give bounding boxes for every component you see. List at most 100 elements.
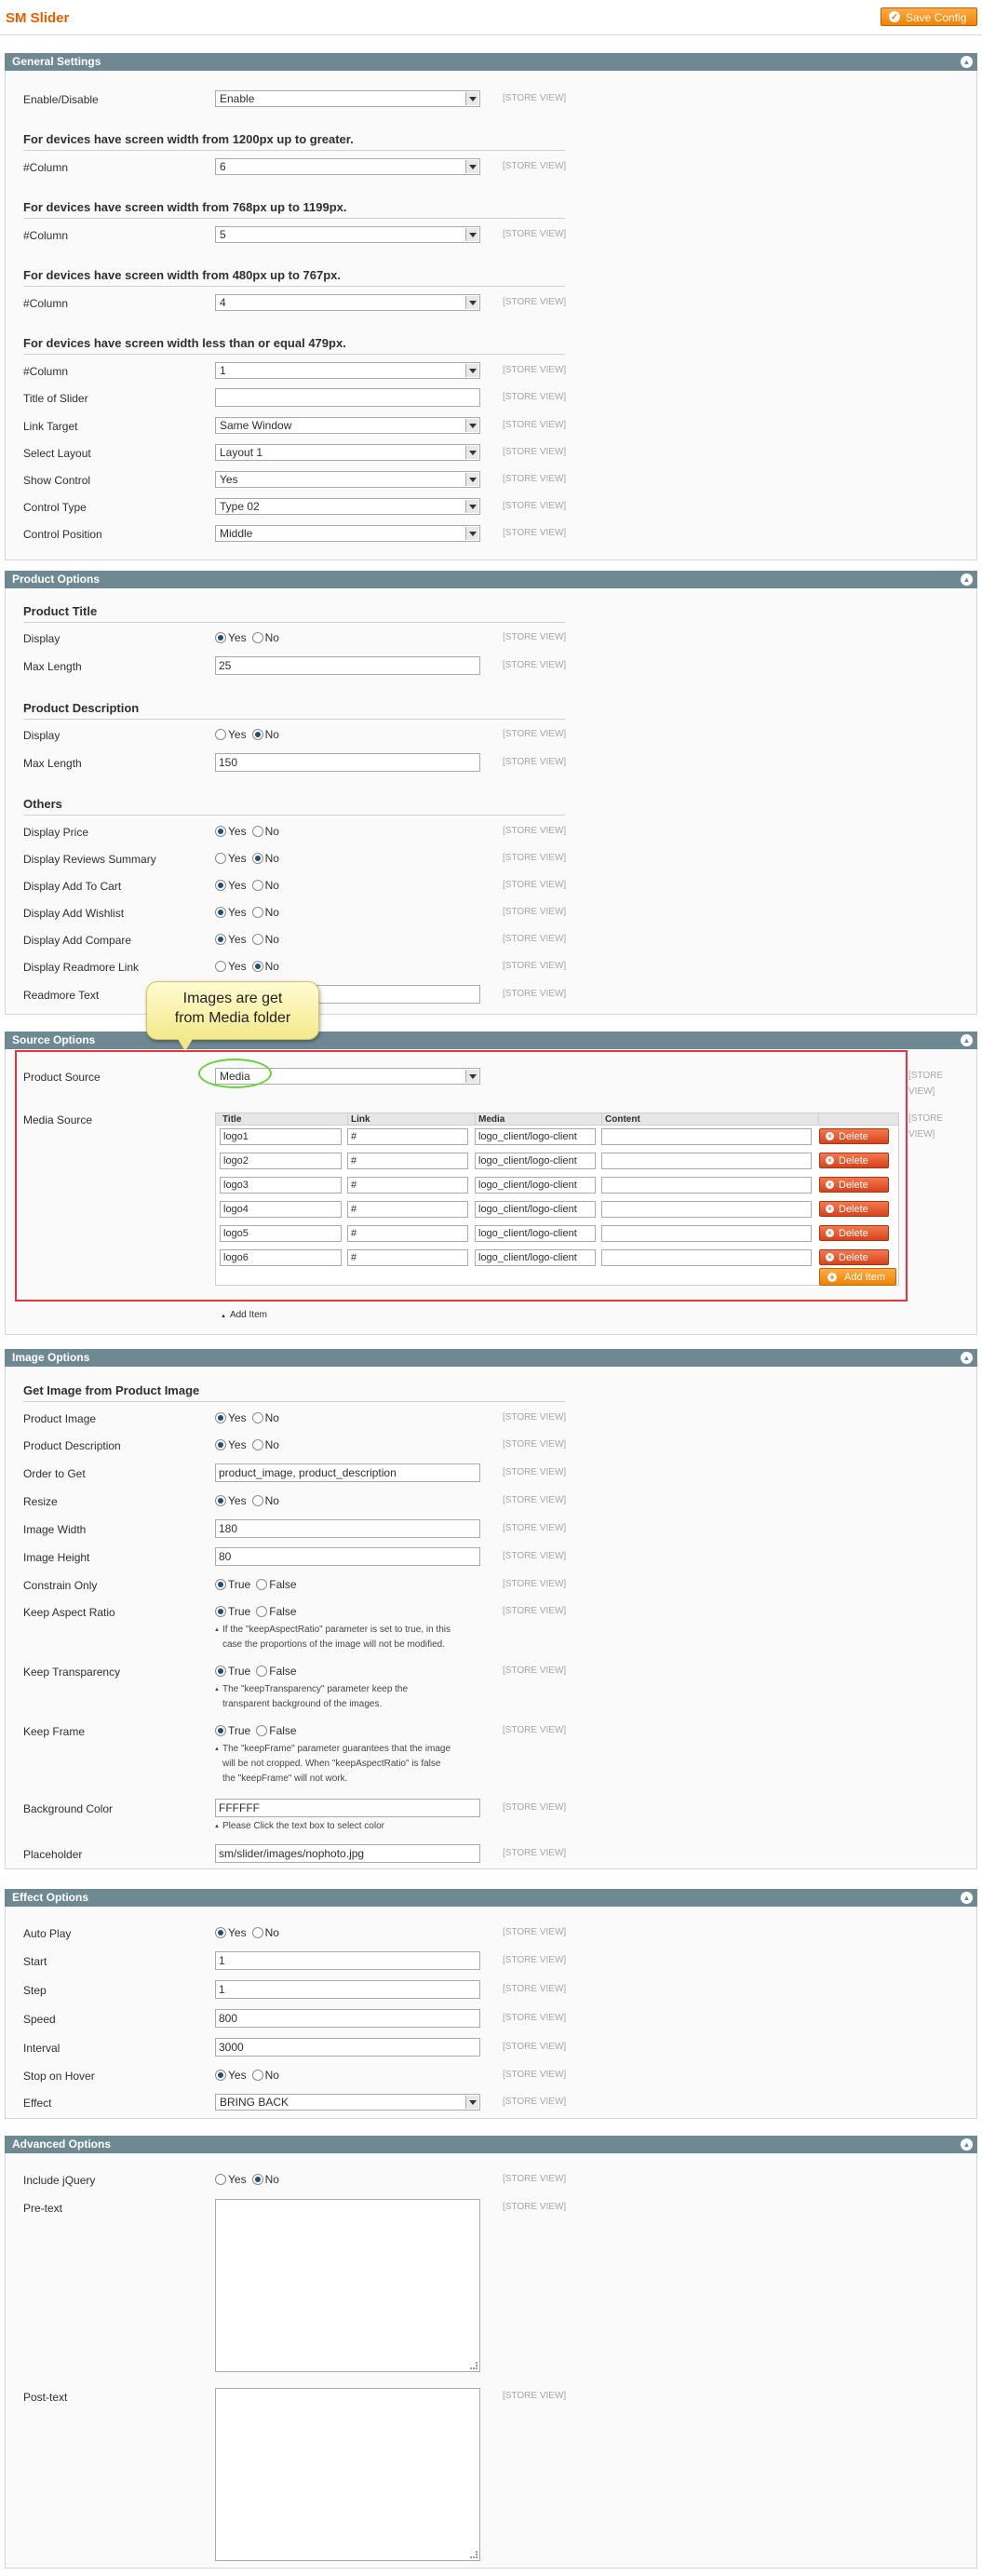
row-title-input[interactable]: logo3 [220,1177,342,1194]
row-media-input[interactable]: logo_client/logo-client [475,1249,596,1266]
column-479-select[interactable]: 1 [215,362,480,379]
radio-yes[interactable]: Yes [215,933,247,946]
height-input[interactable]: 80 [215,1547,480,1566]
chevron-up-icon[interactable]: ▲ [961,1034,973,1046]
radio-yes[interactable]: Yes [215,852,247,865]
show-control-select[interactable]: Yes [215,471,480,488]
row-content-input[interactable] [601,1201,812,1218]
row-media-input[interactable]: logo_client/logo-client [475,1153,596,1169]
radio-true[interactable]: True [215,1724,250,1737]
row-title-input[interactable]: logo4 [220,1201,342,1218]
delete-row-button[interactable]: × Delete [819,1153,889,1168]
interval-input[interactable]: 3000 [215,2038,480,2057]
row-title-input[interactable]: logo5 [220,1225,342,1242]
radio-yes[interactable]: Yes [215,906,247,919]
add-item-link[interactable]: Add Item [221,1310,267,1320]
resize-grip-icon[interactable] [470,2551,478,2558]
radio-yes[interactable]: Yes [215,631,247,644]
row-content-input[interactable] [601,1128,812,1145]
row-link-input[interactable]: # [347,1128,468,1145]
radio-no[interactable]: No [251,1494,279,1507]
radio-true[interactable]: True [215,1605,250,1618]
product-options-header[interactable]: Product Options ▲ [5,571,977,588]
row-title-input[interactable]: logo6 [220,1249,342,1266]
image-options-header[interactable]: Image Options ▲ [5,1349,977,1367]
radio-false[interactable]: False [256,1665,297,1678]
delete-row-button[interactable]: × Delete [819,1201,889,1217]
radio-no[interactable]: No [251,2069,279,2082]
chevron-up-icon[interactable]: ▲ [961,1352,973,1364]
chevron-up-icon[interactable]: ▲ [961,2138,973,2151]
column-1200-select[interactable]: 6 [215,158,480,175]
advanced-options-header[interactable]: Advanced Options ▲ [5,2136,977,2153]
general-settings-header[interactable]: General Settings ▲ [5,53,977,71]
chevron-up-icon[interactable]: ▲ [961,1892,973,1904]
posttext-textarea[interactable] [215,2388,480,2561]
chevron-up-icon[interactable]: ▲ [961,573,973,586]
radio-yes[interactable]: Yes [215,1411,247,1424]
row-content-input[interactable] [601,1225,812,1242]
row-link-input[interactable]: # [347,1201,468,1218]
radio-no[interactable]: No [251,2173,279,2186]
delete-row-button[interactable]: × Delete [819,1128,889,1144]
radio-yes[interactable]: Yes [215,960,247,973]
control-position-select[interactable]: Middle [215,525,480,542]
radio-true[interactable]: True [215,1665,250,1678]
add-item-button[interactable]: + Add Item [819,1268,896,1286]
radio-no[interactable]: No [251,933,279,946]
row-content-input[interactable] [601,1177,812,1194]
radio-yes[interactable]: Yes [215,825,247,838]
row-title-input[interactable]: logo2 [220,1153,342,1169]
radio-no[interactable]: No [251,631,279,644]
radio-no[interactable]: No [251,1926,279,1939]
enable-select[interactable]: Enable [215,90,480,107]
row-link-input[interactable]: # [347,1177,468,1194]
bg-color-input[interactable]: FFFFFF [215,1799,480,1817]
row-link-input[interactable]: # [347,1153,468,1169]
row-content-input[interactable] [601,1249,812,1266]
delete-row-button[interactable]: × Delete [819,1225,889,1241]
radio-yes[interactable]: Yes [215,879,247,892]
step-input[interactable]: 1 [215,1980,480,1999]
row-media-input[interactable]: logo_client/logo-client [475,1128,596,1145]
column-768-select[interactable]: 5 [215,226,480,243]
delete-row-button[interactable]: × Delete [819,1249,889,1265]
chevron-up-icon[interactable]: ▲ [961,56,973,68]
radio-no[interactable]: No [251,906,279,919]
resize-grip-icon[interactable] [470,2362,478,2369]
effect-select[interactable]: BRING BACK [215,2094,480,2111]
radio-yes[interactable]: Yes [215,1926,247,1939]
row-media-input[interactable]: logo_client/logo-client [475,1225,596,1242]
radio-no[interactable]: No [251,1438,279,1451]
link-target-select[interactable]: Same Window [215,417,480,434]
radio-no[interactable]: No [251,852,279,865]
control-type-select[interactable]: Type 02 [215,498,480,515]
title-maxlen-input[interactable]: 25 [215,656,480,675]
radio-yes[interactable]: Yes [215,2069,247,2082]
row-link-input[interactable]: # [347,1225,468,1242]
slider-title-input[interactable] [215,388,480,407]
radio-no[interactable]: No [251,728,279,741]
placeholder-input[interactable]: sm/slider/images/nophoto.jpg [215,1844,480,1863]
row-media-input[interactable]: logo_client/logo-client [475,1201,596,1218]
radio-yes[interactable]: Yes [215,2173,247,2186]
radio-yes[interactable]: Yes [215,1438,247,1451]
row-content-input[interactable] [601,1153,812,1169]
delete-row-button[interactable]: × Delete [819,1177,889,1193]
radio-no[interactable]: No [251,825,279,838]
start-input[interactable]: 1 [215,1951,480,1970]
radio-true[interactable]: True [215,1578,250,1591]
radio-no[interactable]: No [251,879,279,892]
radio-false[interactable]: False [256,1578,297,1591]
radio-false[interactable]: False [256,1605,297,1618]
effect-options-header[interactable]: Effect Options ▲ [5,1889,977,1907]
width-input[interactable]: 180 [215,1519,480,1538]
radio-false[interactable]: False [256,1724,297,1737]
radio-yes[interactable]: Yes [215,728,247,741]
column-480-select[interactable]: 4 [215,294,480,311]
save-config-button[interactable]: ✓ Save Config [881,7,977,26]
radio-yes[interactable]: Yes [215,1494,247,1507]
order-input[interactable]: product_image, product_description [215,1463,480,1482]
row-media-input[interactable]: logo_client/logo-client [475,1177,596,1194]
row-title-input[interactable]: logo1 [220,1128,342,1145]
